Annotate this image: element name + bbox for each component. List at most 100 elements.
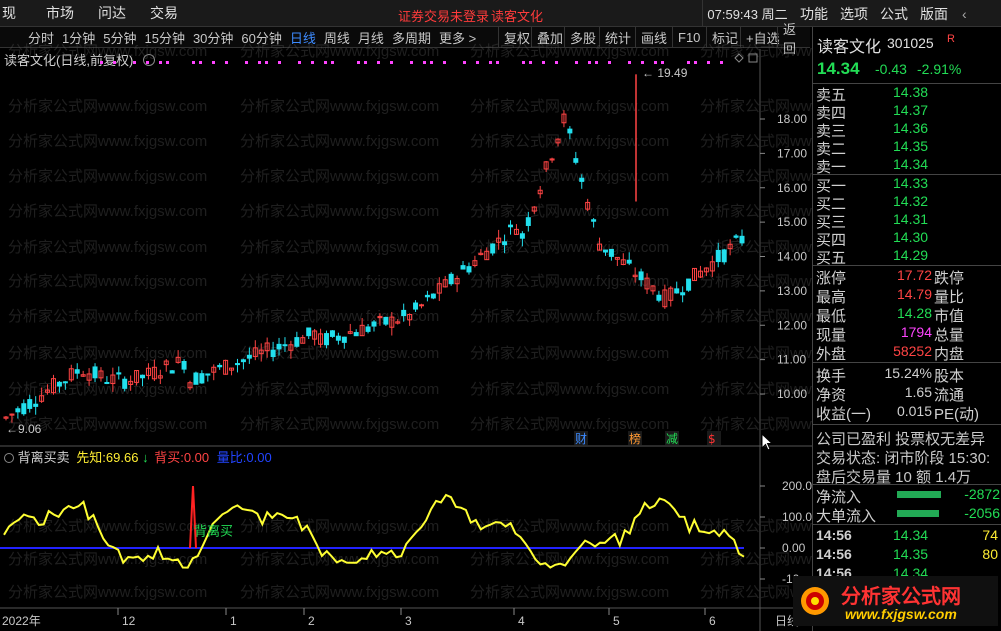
indicator-line	[3, 493, 745, 569]
tick-price: 14.35	[893, 546, 929, 562]
candle-body	[92, 366, 98, 379]
stat-label-2: 总量	[934, 327, 965, 344]
candle-body	[205, 373, 211, 376]
candle-body	[62, 381, 68, 384]
chevron-left-icon[interactable]: ‹	[962, 6, 967, 22]
stat-label: 最低	[816, 308, 847, 325]
divider	[813, 524, 1001, 525]
signal-dot	[595, 61, 598, 64]
bid-row: 买四 14.30	[813, 229, 1001, 249]
tick-time: 14:56	[816, 527, 852, 543]
indicator-name[interactable]: 背离买卖	[18, 450, 70, 465]
signal-dot	[496, 61, 499, 64]
x-tick-label: 1	[230, 614, 237, 628]
settings-circle-icon[interactable]	[4, 453, 14, 463]
event-badge[interactable]: 财	[575, 432, 587, 446]
signal-dot	[192, 61, 195, 64]
event-badge[interactable]: $	[708, 432, 716, 446]
stat-label: 现量	[816, 327, 847, 344]
signal-dot	[100, 61, 103, 64]
stat-label-2: 跌停	[934, 270, 965, 287]
stat-label: 涨停	[816, 270, 847, 287]
menu-item-trade[interactable]: 交易	[138, 3, 190, 23]
maximize-icon[interactable]	[748, 53, 758, 63]
signal-dot	[476, 61, 479, 64]
kline-chart[interactable]: 18.00 17.00 16.00 15.00 14.00 13.00 12.00 11.00…	[0, 27, 812, 631]
event-badge[interactable]: 减	[666, 432, 678, 446]
candle-body	[33, 403, 39, 407]
ind-y-tick-label: 0.00	[782, 541, 806, 555]
stat-row: 外盘 58252 内盘	[813, 343, 1001, 363]
menu-layout[interactable]: 版面	[920, 4, 948, 24]
menu-formula[interactable]: 公式	[880, 4, 908, 24]
mouse-cursor-icon	[761, 433, 774, 451]
signal-dot	[529, 61, 532, 64]
candle-body	[276, 343, 282, 350]
login-notice[interactable]: 证券交易未登录	[398, 6, 489, 25]
company-note: 公司已盈利 投票权无差异	[816, 431, 986, 448]
signal-dot	[265, 61, 268, 64]
candle-body	[591, 219, 597, 222]
candle-body	[413, 302, 419, 310]
signal-dot	[588, 61, 591, 64]
menu-item-wenda[interactable]: 问达	[86, 3, 138, 23]
stat-row: 最高 14.79 量比	[813, 286, 1001, 306]
flow-row: 大单流入 -2056	[813, 505, 1001, 525]
stat-value: 17.72	[896, 267, 932, 283]
ind-y-tick-label: 100.0	[782, 510, 812, 524]
candle-body	[217, 364, 223, 368]
candle-body	[721, 249, 727, 263]
candle-body	[715, 249, 721, 263]
stat-value: 14.28	[896, 305, 932, 321]
tick-volume: 74	[982, 527, 998, 543]
candle-body	[56, 381, 62, 387]
signal-dot	[522, 61, 525, 64]
flow-value: -2872	[964, 486, 1000, 502]
signal-dot	[463, 61, 466, 64]
quote-change-pct: -2.91%	[917, 61, 962, 77]
high-price-label: ← 19.49	[642, 66, 688, 80]
candle-body	[490, 243, 496, 254]
buy-signal-label: 背离买	[194, 524, 233, 540]
flow-label: 大单流入	[816, 508, 877, 525]
menu-item-xian[interactable]: 现	[0, 3, 28, 23]
menu-item-market[interactable]: 市场	[34, 3, 86, 23]
candle-body	[116, 372, 122, 375]
candle-body	[104, 382, 110, 385]
stat2-value: 0.015	[896, 403, 932, 419]
signal-dot	[364, 61, 367, 64]
candle-body	[519, 233, 525, 239]
stat-value: 14.79	[896, 286, 932, 302]
candle-body	[140, 374, 146, 379]
flow-bar	[897, 491, 941, 498]
ask-row: 卖一 14.34	[813, 156, 1001, 176]
candle-body	[638, 271, 644, 281]
tick-row: 14:56 14.35 80	[813, 546, 1001, 564]
signal-dot	[694, 61, 697, 64]
event-badge[interactable]: 榜	[629, 431, 641, 446]
x-tick-label: 3	[405, 614, 412, 628]
stock-name-label: 读客文化	[491, 9, 544, 24]
stat2-label-2: 股本	[934, 368, 965, 385]
candle-body	[602, 249, 608, 253]
candle-body	[324, 333, 330, 346]
logo-url: www.fxjgsw.com	[845, 606, 957, 622]
quote-price: 14.34	[817, 59, 860, 78]
bid-price: 14.33	[893, 175, 929, 191]
stat-value: 1794	[900, 324, 932, 340]
stat-label: 最高	[816, 289, 847, 306]
diamond-icon[interactable]	[734, 53, 744, 63]
bid-price: 14.29	[893, 247, 929, 263]
candle-body	[418, 304, 424, 307]
signal-dot	[720, 61, 723, 64]
y-tick-label: 17.00	[777, 146, 807, 160]
signal-dot	[324, 61, 327, 64]
menu-options[interactable]: 选项	[840, 4, 868, 24]
flow-label: 净流入	[816, 489, 862, 506]
flow-bar	[897, 510, 939, 517]
flow-value: -2056	[964, 505, 1000, 521]
y-tick-label: 14.00	[777, 250, 807, 264]
y-tick-label: 18.00	[777, 112, 807, 126]
y-tick-label: 13.00	[777, 284, 807, 298]
ask-price: 14.38	[893, 84, 929, 100]
